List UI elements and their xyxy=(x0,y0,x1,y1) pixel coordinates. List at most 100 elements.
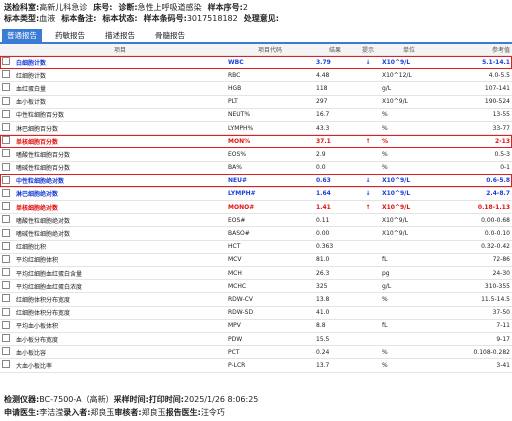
table-row[interactable]: 红细胞体积分布宽度 RDW-SD 41.0 37-50 xyxy=(0,306,512,320)
checkbox-icon[interactable] xyxy=(2,281,10,290)
checkbox-icon[interactable] xyxy=(2,202,10,211)
table-row[interactable]: 嗜碱性粒细胞百分数 BA% 0.0% 0-1 xyxy=(0,161,512,175)
field-value: 汪令巧 xyxy=(200,408,225,417)
table-row[interactable]: 血红蛋白量 HGB 118 g/L 107-141 xyxy=(0,81,512,96)
item-unit: % xyxy=(380,161,438,175)
table-row[interactable]: 大血小板比率 P-LCR 13.7% 3-41 xyxy=(0,358,512,373)
table-row[interactable]: 血小板比容 PCT 0.24% 0.108-0.282 xyxy=(0,345,512,360)
checkbox-icon[interactable] xyxy=(2,307,10,316)
checkbox-icon[interactable] xyxy=(2,215,10,224)
table-row[interactable]: 嗜酸性粒细胞百分数 EOS% 2.9% 0.5-3 xyxy=(0,147,512,162)
row-checkbox[interactable] xyxy=(0,332,14,347)
tab-3[interactable]: 描述报告 xyxy=(100,29,140,42)
row-checkbox[interactable] xyxy=(0,279,14,294)
row-checkbox[interactable] xyxy=(0,174,14,188)
table-row[interactable]: 单核细胞百分数 MON% 37.1 ↑% 2-13 xyxy=(0,134,512,149)
checkbox-icon[interactable] xyxy=(2,109,10,118)
checkbox-icon[interactable] xyxy=(2,57,10,66)
field-label: 标本类型: xyxy=(4,14,40,23)
table-row[interactable]: 嗜碱性粒细胞绝对数 BASO# 0.00 X10^9/L 0.0-0.10 xyxy=(0,226,512,241)
table-row[interactable]: 中性粒细胞绝对数 NEU# 0.63 ↓ X10^9/L 0.6-5.8 xyxy=(0,174,512,188)
row-checkbox[interactable] xyxy=(0,187,14,202)
checkbox-icon[interactable] xyxy=(2,175,10,184)
row-checkbox[interactable] xyxy=(0,319,14,333)
table-row[interactable]: 平均红细胞血红蛋白浓度 MCHC 325 g/L 310-355 xyxy=(0,279,512,294)
table-row[interactable]: 嗜酸性粒细胞绝对数 EOS# 0.11 X10^9/L 0.00-0.68 xyxy=(0,213,512,228)
row-checkbox[interactable] xyxy=(0,226,14,241)
tab-4[interactable]: 骨髓报告 xyxy=(150,29,190,42)
checkbox-icon[interactable] xyxy=(2,162,10,171)
checkbox-icon[interactable] xyxy=(2,96,10,105)
table-row[interactable]: 平均红细胞血红蛋白含量 MCH 26.3 pg 24-30 xyxy=(0,266,512,281)
row-checkbox[interactable] xyxy=(0,81,14,96)
checkbox-icon[interactable] xyxy=(2,268,10,277)
column-header: 单位 xyxy=(380,44,438,56)
row-checkbox[interactable] xyxy=(0,55,14,70)
item-flag xyxy=(356,226,380,241)
row-checkbox[interactable] xyxy=(0,161,14,175)
row-checkbox[interactable] xyxy=(0,266,14,281)
checkbox-icon[interactable] xyxy=(2,241,10,250)
table-row[interactable]: 白细胞计数 WBC 3.79 ↓ X10^9/L 5.1-14.1 xyxy=(0,55,512,70)
item-flag: ↓ xyxy=(356,55,380,70)
row-checkbox[interactable] xyxy=(0,213,14,228)
table-row[interactable]: 血小板计数 PLT 297 X10^9/L 190-524 xyxy=(0,95,512,109)
item-unit: pg xyxy=(380,266,438,281)
row-checkbox[interactable] xyxy=(0,68,14,83)
row-checkbox[interactable] xyxy=(0,253,14,268)
row-checkbox[interactable] xyxy=(0,345,14,360)
row-checkbox[interactable] xyxy=(0,292,14,307)
field-label: 标本状态: xyxy=(102,14,138,23)
item-reference: 11.5-14.5 xyxy=(438,292,512,307)
item-code: P-LCR xyxy=(226,358,314,373)
column-header: 参考值 xyxy=(438,44,512,56)
tab-2[interactable]: 药敏报告 xyxy=(50,29,90,42)
row-checkbox[interactable] xyxy=(0,240,14,254)
field-label: 采样时间: xyxy=(113,395,149,404)
checkbox-icon[interactable] xyxy=(2,347,10,356)
row-checkbox[interactable] xyxy=(0,358,14,373)
table-row[interactable]: 平均红细胞体积 MCV 81.0 fL 72-86 xyxy=(0,253,512,268)
row-checkbox[interactable] xyxy=(0,95,14,109)
checkbox-icon[interactable] xyxy=(2,254,10,263)
checkbox-icon[interactable] xyxy=(2,70,10,79)
row-checkbox[interactable] xyxy=(0,200,14,215)
item-flag xyxy=(356,95,380,109)
table-row[interactable]: 红细胞比积 HCT 0.363 0.32-0.42 xyxy=(0,240,512,254)
item-reference: 72-86 xyxy=(438,253,512,268)
table-row[interactable]: 淋巴细胞百分数 LYMPH% 43.3% 33-77 xyxy=(0,121,512,136)
table-row[interactable]: 红细胞计数 RBC 4.48 X10^12/L 4.0-5.5 xyxy=(0,68,512,83)
item-unit: g/L xyxy=(380,279,438,294)
row-checkbox[interactable] xyxy=(0,134,14,149)
table-row[interactable]: 血小板分布宽度 PDW 15.5 9-17 xyxy=(0,332,512,347)
row-checkbox[interactable] xyxy=(0,121,14,136)
table-row[interactable]: 淋巴细胞绝对数 LYMPH# 1.64 ↓ X10^9/L 2.4-8.7 xyxy=(0,187,512,202)
item-result: 2.9 xyxy=(314,147,356,162)
item-unit: % xyxy=(380,147,438,162)
row-checkbox[interactable] xyxy=(0,306,14,320)
checkbox-icon[interactable] xyxy=(2,136,10,145)
checkbox-icon[interactable] xyxy=(2,294,10,303)
item-name: 红细胞体积分布宽度 xyxy=(14,292,226,307)
table-row[interactable]: 平均血小板体积 MPV 8.8 fL 7-11 xyxy=(0,319,512,333)
checkbox-icon[interactable] xyxy=(2,228,10,237)
item-reference: 0.0-0.10 xyxy=(438,226,512,241)
checkbox-icon[interactable] xyxy=(2,360,10,369)
item-result: 4.48 xyxy=(314,68,356,83)
row-checkbox[interactable] xyxy=(0,108,14,122)
item-unit: % xyxy=(380,345,438,360)
checkbox-icon[interactable] xyxy=(2,320,10,329)
checkbox-icon[interactable] xyxy=(2,334,10,343)
checkbox-icon[interactable] xyxy=(2,123,10,132)
item-flag xyxy=(356,121,380,136)
tab-1[interactable]: 普通报告 xyxy=(2,29,42,42)
row-checkbox[interactable] xyxy=(0,147,14,162)
table-row[interactable]: 单核细胞绝对数 MONO# 1.41 ↑ X10^9/L 0.18-1.13 xyxy=(0,200,512,215)
checkbox-icon[interactable] xyxy=(2,83,10,92)
item-name: 红细胞计数 xyxy=(14,68,226,83)
checkbox-icon[interactable] xyxy=(2,188,10,197)
checkbox-icon[interactable] xyxy=(2,149,10,158)
field-value: 2025/1/26 8:06:25 xyxy=(183,395,259,404)
table-row[interactable]: 红细胞体积分布宽度 RDW-CV 13.8% 11.5-14.5 xyxy=(0,292,512,307)
table-row[interactable]: 中性粒细胞百分数 NEUT% 16.7% 13-55 xyxy=(0,108,512,122)
